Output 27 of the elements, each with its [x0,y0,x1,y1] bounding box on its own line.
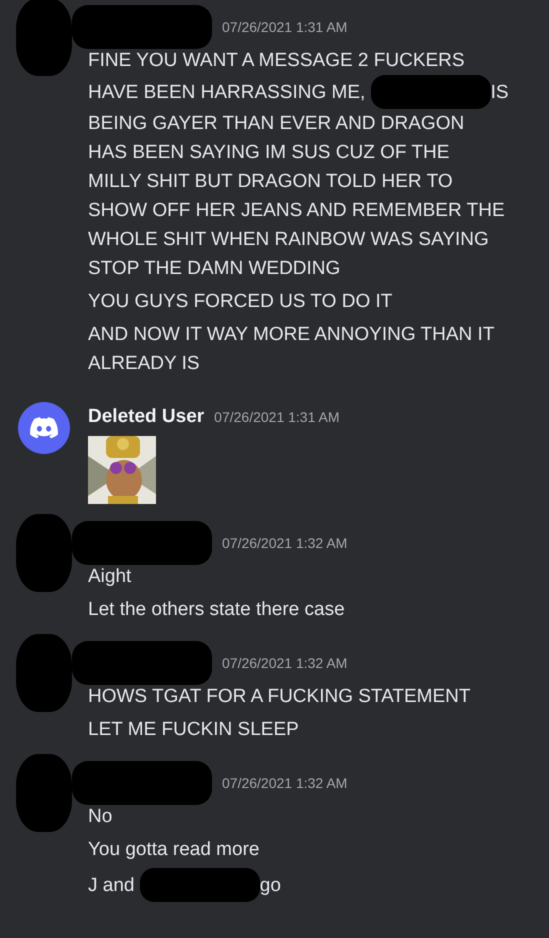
message-text: YOU GUYS FORCED US TO DO IT [88,290,392,314]
message-text: STOP THE DAMN WEDDING [88,257,340,281]
message-text: BEING GAYER THAN EVER AND DRAGON [88,112,464,136]
message-text: HAVE BEEN HARRASSING ME, [88,80,366,104]
message-text: No [88,805,112,829]
message-timestamp: 07/26/2021 1:32 AM [222,774,348,792]
message-text: MILLY SHIT BUT DRAGON TOLD HER TO [88,170,453,194]
message-timestamp: 07/26/2021 1:31 AM [214,408,340,426]
message-timestamp: 07/26/2021 1:32 AM [222,534,348,552]
message-timestamp: 07/26/2021 1:32 AM [222,654,348,672]
message-text: WHOLE SHIT WHEN RAINBOW WAS SAYING [88,228,489,252]
message-text: HOWS TGAT FOR A FUCKING STATEMENT [88,685,470,709]
message-text: SHOW OFF HER JEANS AND REMEMBER THE [88,199,505,223]
message-text: AND NOW IT WAY MORE ANNOYING THAN IT [88,323,494,347]
message-timestamp: 07/26/2021 1:31 AM [222,18,348,36]
message-text: Let the others state there case [88,598,345,622]
message-text: FINE YOU WANT A MESSAGE 2 FUCKERS [88,49,465,73]
message-text: HAS BEEN SAYING IM SUS CUZ OF THE [88,141,450,165]
message-text: J and [88,874,136,898]
message-text: go [260,874,281,898]
game-controller-icon [30,417,58,439]
message-text: IS [490,80,509,104]
message-text: ALREADY IS [88,352,200,376]
username[interactable]: Deleted User [88,402,204,432]
message-text: LET ME FUCKIN SLEEP [88,718,299,742]
message-text: You gotta read more [88,838,260,862]
message-text: Aight [88,565,132,589]
